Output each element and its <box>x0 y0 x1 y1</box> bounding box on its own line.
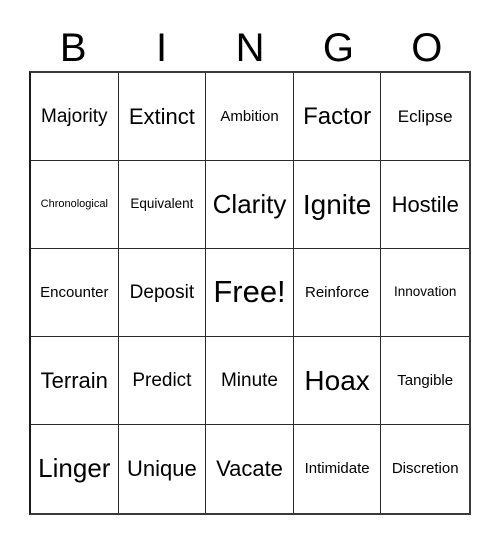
bingo-cell[interactable]: Minute <box>206 337 294 425</box>
bingo-cell[interactable]: Chronological <box>31 161 119 249</box>
bingo-cell-label: Terrain <box>40 367 108 393</box>
bingo-cell-label: Equivalent <box>130 196 194 212</box>
bingo-cell[interactable]: Reinforce <box>293 249 382 337</box>
bingo-cell[interactable]: Hostile <box>381 161 469 249</box>
bingo-cell-label: Clarity <box>212 188 287 219</box>
bingo-cell-label: Tangible <box>397 371 454 389</box>
bingo-cell[interactable]: Deposit <box>118 249 207 337</box>
free-space-label: Free! <box>213 274 286 310</box>
bingo-cell[interactable]: Vacate <box>206 425 294 513</box>
bingo-cell-label: Eclipse <box>397 106 453 126</box>
bingo-cell[interactable]: Terrain <box>31 337 119 425</box>
bingo-cell-label: Hostile <box>391 191 459 217</box>
bingo-cell-label: Extinct <box>128 103 195 129</box>
bingo-cell-free-space[interactable]: Free! <box>206 249 294 337</box>
bingo-cell[interactable]: Extinct <box>118 73 207 161</box>
bingo-cell-label: Chronological <box>40 197 108 210</box>
bingo-cell[interactable]: Tangible <box>381 337 469 425</box>
bingo-cell-label: Ignite <box>302 188 372 220</box>
bingo-grid: Majority Extinct Ambition Factor Eclipse Chro… <box>29 71 471 515</box>
bingo-cell-label: Reinforce <box>304 283 370 301</box>
bingo-cell-label: Encounter <box>40 283 109 301</box>
bingo-cell[interactable]: Unique <box>118 425 207 513</box>
bingo-cell-label: Discretion <box>391 460 459 478</box>
bingo-cell-label: Predict <box>132 369 192 391</box>
header-letter-i: I <box>156 26 168 70</box>
bingo-cell[interactable]: Discretion <box>381 425 469 513</box>
bingo-header-row: B I N G O <box>29 20 471 70</box>
bingo-cell-label: Linger <box>38 453 111 484</box>
header-letter-g: G <box>322 26 354 70</box>
bingo-cell[interactable]: Intimidate <box>293 425 382 513</box>
bingo-cell-label: Vacate <box>216 456 283 482</box>
bingo-cell-label: Majority <box>41 105 108 127</box>
bingo-cell-label: Factor <box>303 102 372 130</box>
bingo-cell[interactable]: Eclipse <box>381 73 469 161</box>
bingo-cell-label: Intimidate <box>304 460 370 478</box>
bingo-cell[interactable]: Linger <box>31 425 119 513</box>
bingo-cell-label: Innovation <box>394 284 457 300</box>
bingo-cell[interactable]: Ambition <box>206 73 294 161</box>
bingo-cell[interactable]: Innovation <box>381 249 469 337</box>
bingo-cell-label: Deposit <box>129 281 195 303</box>
bingo-cell[interactable]: Encounter <box>31 249 119 337</box>
bingo-cell[interactable]: Predict <box>118 337 207 425</box>
bingo-cell[interactable]: Ignite <box>293 161 382 249</box>
bingo-cell-label: Unique <box>127 456 197 482</box>
bingo-cell[interactable]: Factor <box>293 73 382 161</box>
bingo-card: B I N G O Majority Extinct Ambition Factor E… <box>0 0 500 544</box>
bingo-cell[interactable]: Equivalent <box>118 161 207 249</box>
bingo-cell[interactable]: Majority <box>31 73 119 161</box>
bingo-cell-label: Minute <box>220 369 278 391</box>
bingo-cell-label: Ambition <box>220 107 279 125</box>
bingo-cell-label: Hoax <box>304 364 370 396</box>
header-letter-o: O <box>411 26 443 70</box>
header-letter-n: N <box>235 26 265 70</box>
header-letter-b: B <box>59 26 87 70</box>
bingo-cell[interactable]: Clarity <box>206 161 294 249</box>
bingo-cell[interactable]: Hoax <box>293 337 382 425</box>
